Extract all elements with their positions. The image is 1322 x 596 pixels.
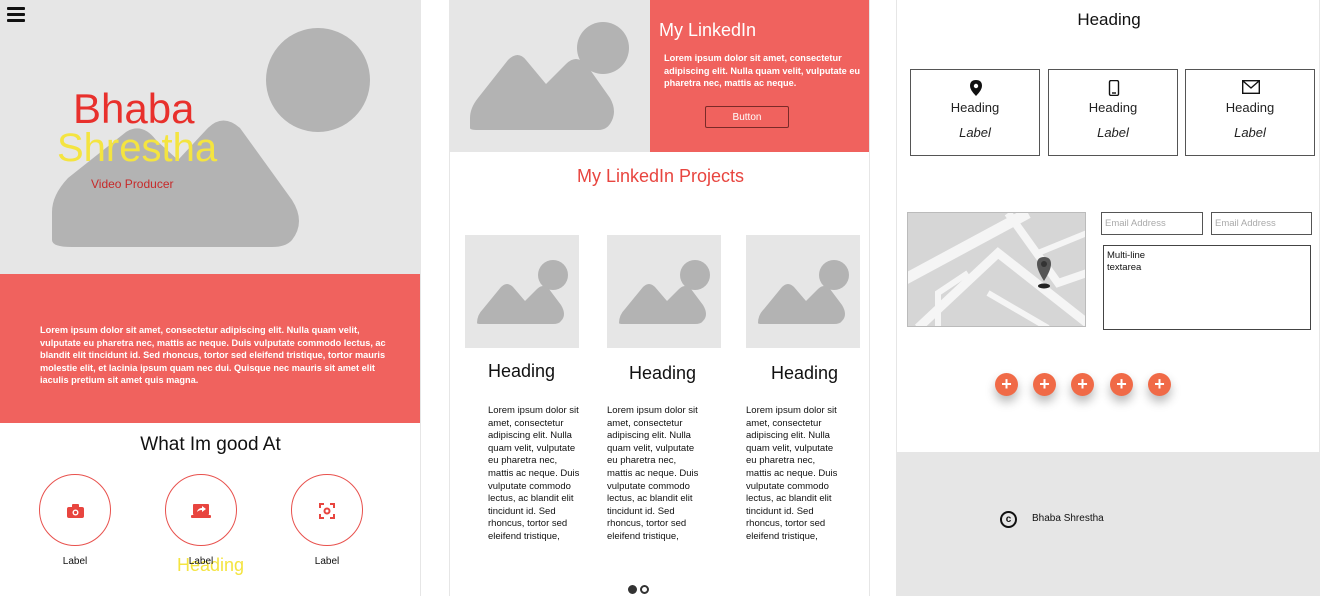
card-heading: Heading — [1088, 100, 1138, 115]
image-placeholder-icon — [470, 22, 629, 130]
project-image-placeholder — [607, 235, 721, 348]
skill-camera-button[interactable] — [39, 474, 111, 546]
linkedin-intro: My LinkedIn Lorem ipsum dolor sit amet, … — [650, 0, 869, 152]
card-label: Label — [1234, 125, 1266, 140]
contact-card-phone[interactable]: Heading Label — [1048, 69, 1178, 156]
image-placeholder-icon — [619, 260, 710, 324]
skill-label: Label — [62, 556, 88, 567]
card-heading: Heading — [1225, 100, 1275, 115]
location-map[interactable] — [907, 212, 1086, 327]
hero-banner: Bhaba Shrestha Video Producer — [0, 0, 420, 274]
add-button[interactable]: + — [995, 373, 1018, 396]
skills-heading: What Im good At — [140, 434, 281, 455]
map-placeholder — [908, 213, 1085, 326]
laptop-share-icon — [191, 504, 211, 518]
message-textarea[interactable]: Multi-line textarea — [1103, 245, 1311, 330]
map-pin-icon — [970, 80, 982, 96]
image-placeholder-icon — [477, 260, 568, 324]
add-button[interactable]: + — [1148, 373, 1171, 396]
hero-first-name: Bhaba — [73, 85, 195, 132]
email-input-2[interactable] — [1211, 212, 1312, 235]
pagination-dot[interactable] — [640, 585, 649, 594]
projects-title: My LinkedIn Projects — [576, 166, 745, 186]
about-section: Heading Lorem ipsum dolor sit amet, cons… — [0, 274, 420, 575]
project-heading: Heading — [629, 363, 697, 383]
hero-last-name: Shrestha — [57, 126, 218, 170]
linkedin-image-placeholder — [450, 0, 650, 152]
email-input-1[interactable] — [1101, 212, 1203, 235]
focus-capture-icon — [319, 503, 335, 519]
skill-label: Label — [188, 556, 214, 567]
skill-label: Label — [314, 556, 340, 567]
add-button[interactable]: + — [1071, 373, 1094, 396]
copyright-icon: c — [1000, 511, 1017, 528]
contact-card-email[interactable]: Heading Label — [1185, 69, 1315, 156]
map-marker-icon — [1037, 257, 1051, 289]
pagination-dot-active[interactable] — [628, 585, 637, 594]
project-heading: Heading — [488, 361, 556, 381]
contact-heading: Heading — [1077, 10, 1141, 29]
skill-capture-button[interactable] — [291, 474, 363, 546]
project-image-placeholder — [746, 235, 860, 348]
linkedin-text: Lorem ipsum dolor sit amet, consectetur … — [664, 53, 861, 88]
card-label: Label — [959, 125, 991, 140]
project-text: Lorem ipsum dolor sit amet, consectetur … — [607, 405, 699, 542]
linkedin-button[interactable]: Button — [705, 106, 789, 128]
smartphone-icon — [1108, 80, 1120, 96]
camera-icon — [67, 504, 84, 518]
card-heading: Heading — [950, 100, 1000, 115]
project-text: Lorem ipsum dolor sit amet, consectetur … — [746, 405, 838, 542]
hamburger-menu-icon[interactable] — [7, 7, 25, 23]
project-image-placeholder — [465, 235, 579, 348]
card-label: Label — [1097, 125, 1129, 140]
envelope-icon — [1242, 80, 1260, 94]
contact-panel: Heading Heading Label Heading Label Head… — [896, 0, 1320, 596]
project-heading: Heading — [771, 363, 839, 383]
project-text: Lorem ipsum dolor sit amet, consectetur … — [488, 405, 580, 542]
footer: c Bhaba Shrestha — [897, 452, 1319, 596]
carousel-pagination — [628, 581, 652, 596]
linkedin-panel: My LinkedIn Lorem ipsum dolor sit amet, … — [449, 0, 870, 596]
footer-name: Bhaba Shrestha — [1032, 513, 1104, 524]
skill-laptop-button[interactable] — [165, 474, 237, 546]
portfolio-home-panel: Bhaba Shrestha Video Producer Heading Lo… — [0, 0, 421, 596]
image-placeholder-icon — [758, 260, 849, 324]
contact-card-location[interactable]: Heading Label — [910, 69, 1040, 156]
about-text: Lorem ipsum dolor sit amet, consectetur … — [40, 325, 386, 385]
linkedin-title: My LinkedIn — [659, 20, 757, 40]
add-button[interactable]: + — [1033, 373, 1056, 396]
hero-role: Video Producer — [91, 177, 174, 191]
add-button[interactable]: + — [1110, 373, 1133, 396]
